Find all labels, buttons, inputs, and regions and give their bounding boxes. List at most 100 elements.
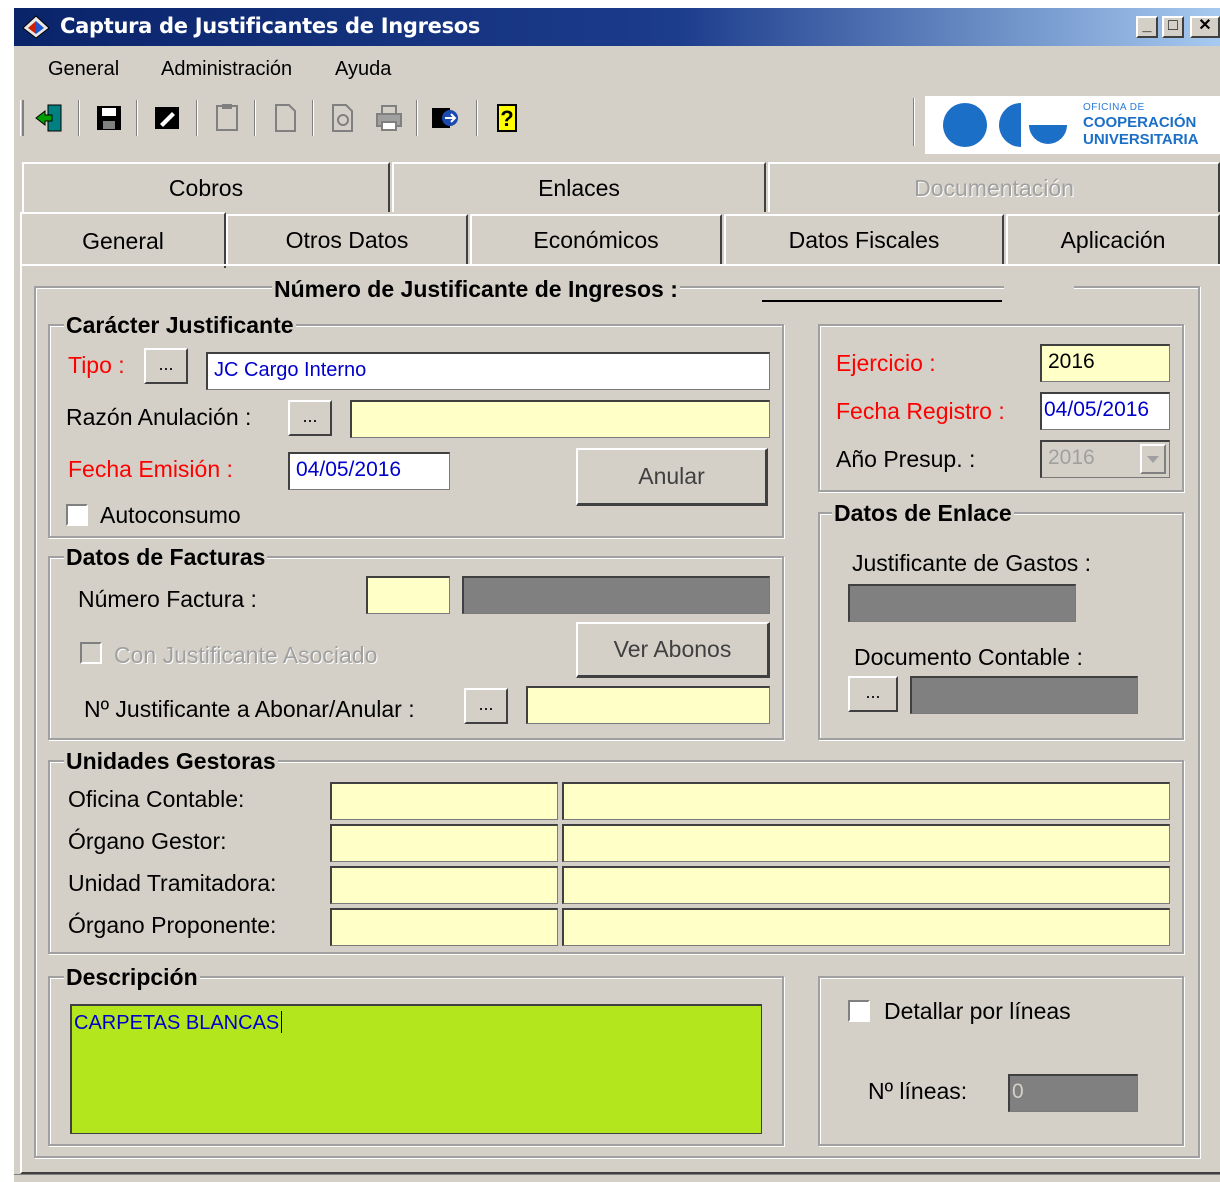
razon-label: Razón Anulación : [66,404,252,430]
minimize-button[interactable]: _ [1136,16,1158,38]
justificante-gastos-input[interactable] [848,584,1076,622]
toolbar-separator [312,100,314,136]
toolbar-separator [416,100,418,136]
n-lineas-value: 0 [1012,1080,1024,1103]
toolbar-divider [913,98,915,146]
text-cursor [281,1011,283,1033]
oficina-contable-desc-input[interactable] [562,782,1170,820]
ejercicio-value: 2016 [1048,350,1095,373]
n-justificante-input[interactable] [526,686,770,724]
fecha-registro-label: Fecha Registro : [836,398,1005,424]
fecha-emision-label: Fecha Emisión : [68,456,233,482]
exit-icon[interactable] [34,102,64,134]
documento-contable-input[interactable] [910,676,1138,714]
organo-gestor-code-input[interactable] [330,824,558,862]
tab-aplicacion[interactable]: Aplicación [1006,214,1220,264]
toolbar-separator [136,100,138,136]
toolbar-separator [196,100,198,136]
fecha-registro-value: 04/05/2016 [1044,398,1150,421]
numero-justificante-label: Número de Justificante de Ingresos : [272,276,680,303]
enlace-title: Datos de Enlace [832,500,1014,527]
n-lineas-input[interactable]: 0 [1008,1074,1138,1112]
ver-abonos-button[interactable]: Ver Abonos [576,622,770,678]
new-document-icon[interactable] [270,102,300,134]
organo-proponente-label: Órgano Proponente: [68,912,277,938]
exchange-icon[interactable] [430,102,460,134]
documento-contable-label: Documento Contable : [854,644,1083,670]
numero-factura-label: Número Factura : [78,586,257,612]
toolbar-separator [78,100,80,136]
menu-ayuda[interactable]: Ayuda [335,58,391,81]
tab-cobros[interactable]: Cobros [22,162,390,212]
print-icon[interactable] [374,102,404,134]
oficina-contable-label: Oficina Contable: [68,786,245,812]
menu-administracion[interactable]: Administración [161,58,292,81]
con-justificante-checkbox[interactable] [80,642,102,664]
fecha-registro-input[interactable]: 04/05/2016 [1040,392,1170,430]
organo-gestor-desc-input[interactable] [562,824,1170,862]
n-lineas-label: Nº líneas: [868,1078,968,1104]
window-title: Captura de Justificantes de Ingresos [60,14,481,38]
documento-contable-lookup-button[interactable]: ... [848,676,898,712]
organo-gestor-label: Órgano Gestor: [68,828,227,854]
help-icon[interactable]: ? [492,102,522,134]
autoconsumo-label: Autoconsumo [100,502,241,528]
unidad-tramitadora-code-input[interactable] [330,866,558,904]
justificante-gastos-label: Justificante de Gastos : [852,550,1092,576]
unidades-title: Unidades Gestoras [64,748,278,775]
maximize-button[interactable]: □ [1162,16,1184,38]
toolbar-grip [20,100,24,136]
tab-economicos[interactable]: Económicos [470,214,722,264]
caracter-title: Carácter Justificante [64,312,296,339]
detallar-label: Detallar por líneas [884,998,1071,1024]
header-title-gap [1004,280,1074,294]
organo-proponente-desc-input[interactable] [562,908,1170,946]
unidad-tramitadora-label: Unidad Tramitadora: [68,870,277,896]
save-icon[interactable] [94,102,124,134]
descripcion-title: Descripción [64,964,200,991]
logo-line-3: UNIVERSITARIA [1083,131,1199,148]
status-bar [14,1174,1220,1182]
edit-icon[interactable] [152,102,182,134]
razon-input[interactable] [350,400,770,438]
razon-lookup-button[interactable]: ... [288,400,332,436]
tipo-label: Tipo : [68,352,125,378]
autoconsumo-checkbox[interactable] [66,504,88,526]
oficina-contable-code-input[interactable] [330,782,558,820]
facturas-title: Datos de Facturas [64,544,268,571]
logo: OFICINA DE COOPERACIÓN UNIVERSITARIA [925,96,1220,154]
ejercicio-label: Ejercicio : [836,350,936,376]
app-icon [20,14,52,40]
anio-presup-label: Año Presup. : [836,446,976,472]
fecha-emision-value: 04/05/2016 [296,458,402,481]
unidad-tramitadora-desc-input[interactable] [562,866,1170,904]
print-preview-icon[interactable] [328,102,358,134]
tab-enlaces[interactable]: Enlaces [392,162,766,212]
detallar-checkbox[interactable] [848,1000,870,1022]
logo-line-1: OFICINA DE [1083,102,1145,113]
ejercicio-input[interactable]: 2016 [1040,344,1170,382]
anular-button[interactable]: Anular [576,448,768,506]
tab-general[interactable]: General [20,212,226,268]
tipo-value: JC Cargo Interno [214,359,367,381]
logo-line-2: COOPERACIÓN [1083,114,1197,131]
svg-text:?: ? [500,106,513,131]
numero-factura-input[interactable] [462,576,770,614]
n-justificante-lookup-button[interactable]: ... [464,688,508,724]
tab-otros-datos[interactable]: Otros Datos [226,214,468,264]
n-justificante-label: Nº Justificante a Abonar/Anular : [84,696,415,722]
toolbar-separator [254,100,256,136]
numero-factura-serie-input[interactable] [366,576,450,614]
tab-datos-fiscales[interactable]: Datos Fiscales [724,214,1004,264]
chevron-down-icon[interactable] [1140,444,1166,474]
fecha-emision-input[interactable]: 04/05/2016 [288,452,450,490]
clipboard-icon[interactable] [212,102,242,134]
tipo-input[interactable]: JC Cargo Interno [206,352,770,390]
tab-documentacion[interactable]: Documentación [768,162,1220,212]
tipo-lookup-button[interactable]: ... [144,348,188,384]
menu-general[interactable]: General [48,58,119,81]
anio-presup-select[interactable]: 2016 [1040,440,1170,478]
organo-proponente-code-input[interactable] [330,908,558,946]
close-button[interactable]: ✕ [1190,16,1220,38]
descripcion-textarea[interactable]: CARPETAS BLANCAS [70,1004,762,1134]
